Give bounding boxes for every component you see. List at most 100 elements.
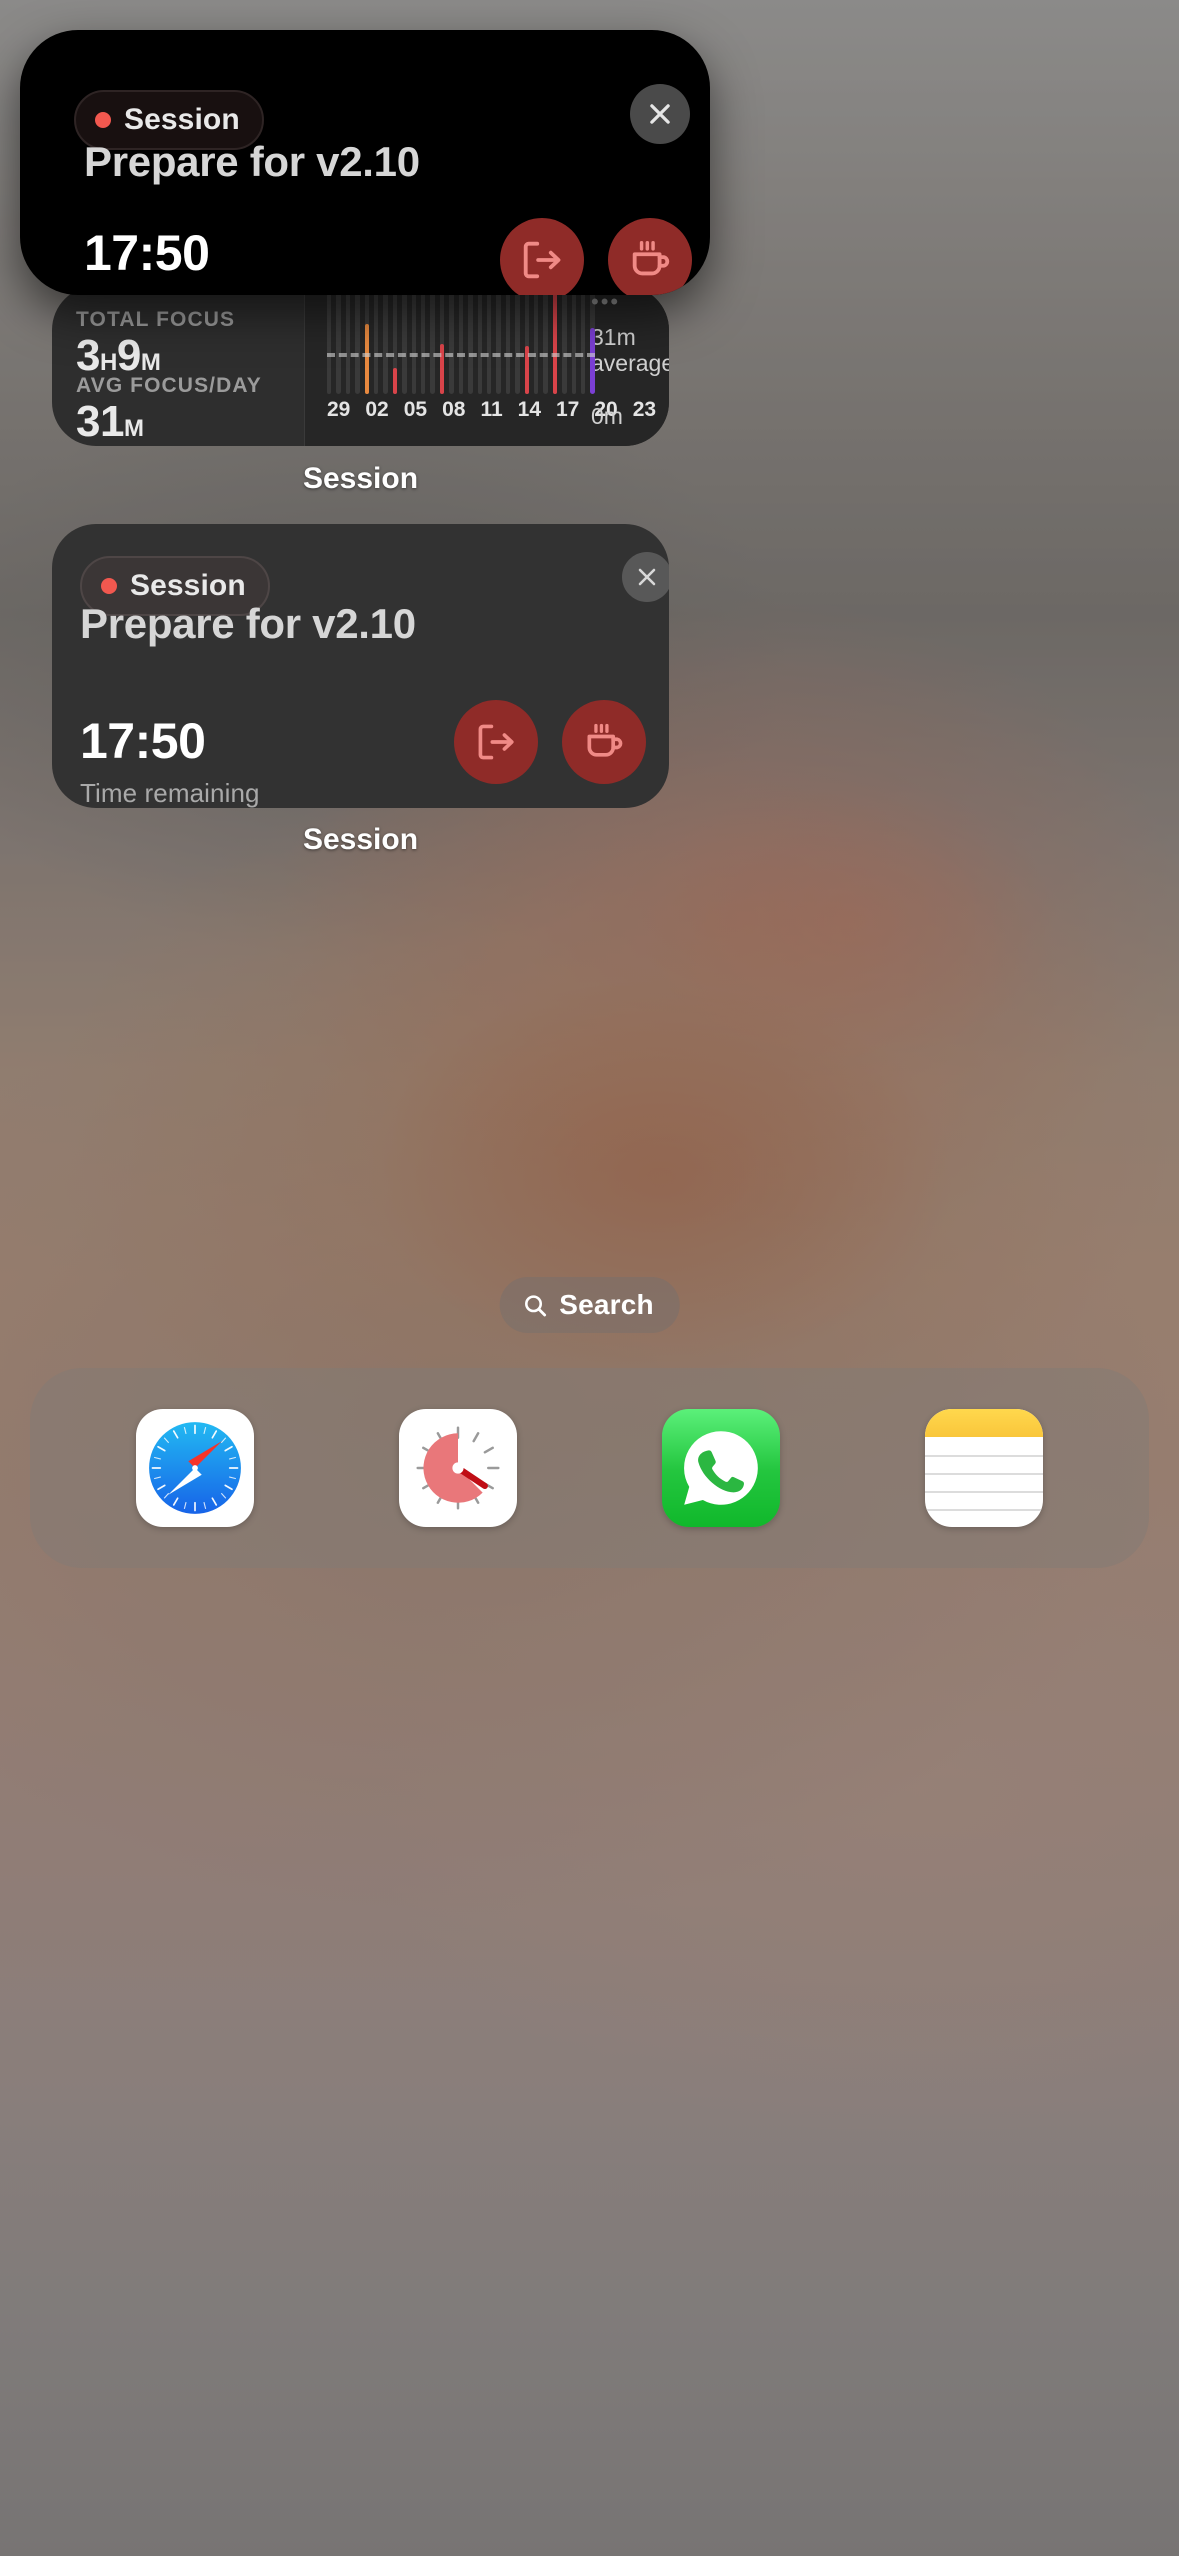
chart-x-tick: 11 — [480, 398, 502, 422]
focus-stats-widget[interactable]: TOTAL FOCUS 3H9M AVG FOCUS/DAY 31M 29 02 0… — [52, 286, 669, 446]
chart-bar-track — [327, 286, 331, 394]
chart-bar-track — [543, 286, 547, 394]
chart-x-axis: 29020508111417202326 — [327, 398, 595, 422]
end-session-button-stacked[interactable] — [454, 700, 538, 784]
avg-focus-stat: AVG FOCUS/DAY 31M — [76, 374, 262, 446]
chart-bar — [515, 286, 519, 394]
chart-bar — [336, 286, 340, 394]
chart-bar-track — [515, 286, 519, 394]
chart-bar-track — [355, 286, 359, 394]
chart-bar — [327, 286, 331, 394]
chart-x-tick: 05 — [404, 398, 427, 422]
chart-bar — [581, 286, 585, 394]
notes-rule-line — [925, 1491, 1043, 1493]
dock-app-safari[interactable] — [136, 1409, 254, 1527]
chart-plot-area — [327, 286, 595, 394]
time-block-stacked: 17:50 Time remaining — [80, 716, 260, 808]
chart-bar-track — [346, 286, 350, 394]
chart-bar-track — [496, 286, 500, 394]
coffee-cup-icon — [582, 720, 626, 764]
avg-focus-value: 31M — [76, 398, 262, 446]
avg-focus-number: 31 — [76, 397, 124, 446]
notification-title-stacked: Prepare for v2.10 — [80, 600, 416, 648]
time-remaining-value: 17:50 — [80, 716, 260, 766]
chart-bar-track — [402, 286, 406, 394]
chart-bar — [430, 286, 434, 394]
chart-bar — [543, 286, 547, 394]
chart-bar — [374, 286, 378, 394]
chart-bar-track — [478, 286, 482, 394]
notification-card-focused[interactable]: Session Prepare for v2.10 17:50 Time rem… — [20, 30, 710, 295]
chart-bar — [383, 286, 387, 394]
chart-bar-track — [572, 286, 576, 394]
chart-bar-track — [562, 286, 566, 394]
chart-bar-track — [506, 286, 510, 394]
legend-average-value: 31m — [591, 325, 659, 351]
take-break-button-stacked[interactable] — [562, 700, 646, 784]
time-remaining-label: Time remaining — [84, 290, 264, 295]
chart-bar-fill — [365, 324, 369, 394]
chart-bar — [496, 286, 500, 394]
dock-app-clock[interactable] — [399, 1409, 517, 1527]
dock-app-notes[interactable] — [925, 1409, 1043, 1527]
close-button-stacked[interactable] — [622, 552, 669, 602]
chart-bar — [478, 286, 482, 394]
chart-bar-track — [581, 286, 585, 394]
legend-average: 31m average — [591, 325, 659, 377]
chart-bar — [412, 286, 416, 394]
app-pill-label: Session — [130, 569, 246, 603]
notes-header-band — [925, 1409, 1043, 1437]
search-label: Search — [559, 1289, 654, 1321]
dock-app-whatsapp[interactable] — [662, 1409, 780, 1527]
whatsapp-icon — [675, 1422, 767, 1514]
time-remaining-label: Time remaining — [80, 778, 260, 808]
chart-bar — [393, 286, 397, 394]
chart-bar-track — [534, 286, 538, 394]
chart-bar-fill — [553, 290, 557, 394]
chart-bar — [402, 286, 406, 394]
total-focus-value: 3H9M — [76, 332, 235, 380]
total-focus-hours-unit: H — [100, 349, 117, 376]
chart-bar-track — [468, 286, 472, 394]
chart-bar — [440, 286, 444, 394]
chart-bar — [421, 286, 425, 394]
legend-average-word: average — [591, 351, 659, 377]
avg-focus-label: AVG FOCUS/DAY — [76, 374, 262, 398]
chart-bar — [346, 286, 350, 394]
chart-bar — [525, 286, 529, 394]
chart-x-tick: 02 — [365, 398, 388, 422]
close-button-focused[interactable] — [630, 84, 690, 144]
chart-bar-track — [421, 286, 425, 394]
action-row-stacked — [454, 700, 646, 784]
chart-bar-track — [430, 286, 434, 394]
chart-bar — [572, 286, 576, 394]
time-block-focused: 17:50 Time remaining — [84, 228, 264, 295]
chart-x-tick: 17 — [556, 398, 579, 422]
search-button[interactable]: Search — [499, 1277, 680, 1333]
stack-caption-bottom: Session — [52, 823, 669, 857]
chart-bar-track — [459, 286, 463, 394]
chart-x-tick: 29 — [327, 398, 350, 422]
chart-bar-track — [487, 286, 491, 394]
chart-bar-fill — [393, 368, 397, 394]
stack-caption-top: Session — [52, 462, 669, 496]
end-session-button-focused[interactable] — [500, 218, 584, 295]
widget-stats-panel: TOTAL FOCUS 3H9M AVG FOCUS/DAY 31M — [52, 286, 304, 446]
chart-bar — [365, 286, 369, 394]
chart-bar — [449, 286, 453, 394]
chart-bar-fill — [440, 344, 444, 394]
chart-bar-track — [412, 286, 416, 394]
safari-icon — [139, 1412, 251, 1524]
notes-rule-line — [925, 1473, 1043, 1475]
focus-bar-chart[interactable]: 29020508111417202326 ••• 31m average 0m — [304, 286, 669, 446]
avg-focus-unit: M — [124, 415, 144, 442]
chart-bar — [553, 286, 557, 394]
home-indicator[interactable] — [446, 2530, 734, 2540]
close-icon — [645, 99, 675, 129]
take-break-button-focused[interactable] — [608, 218, 692, 295]
notification-card-stacked[interactable]: Session Prepare for v2.10 17:50 Time rem… — [52, 524, 669, 808]
clock-icon — [402, 1412, 514, 1524]
chart-average-line — [327, 353, 595, 357]
notes-rule-line — [925, 1509, 1043, 1511]
chart-legend: ••• 31m average 0m — [591, 286, 659, 430]
